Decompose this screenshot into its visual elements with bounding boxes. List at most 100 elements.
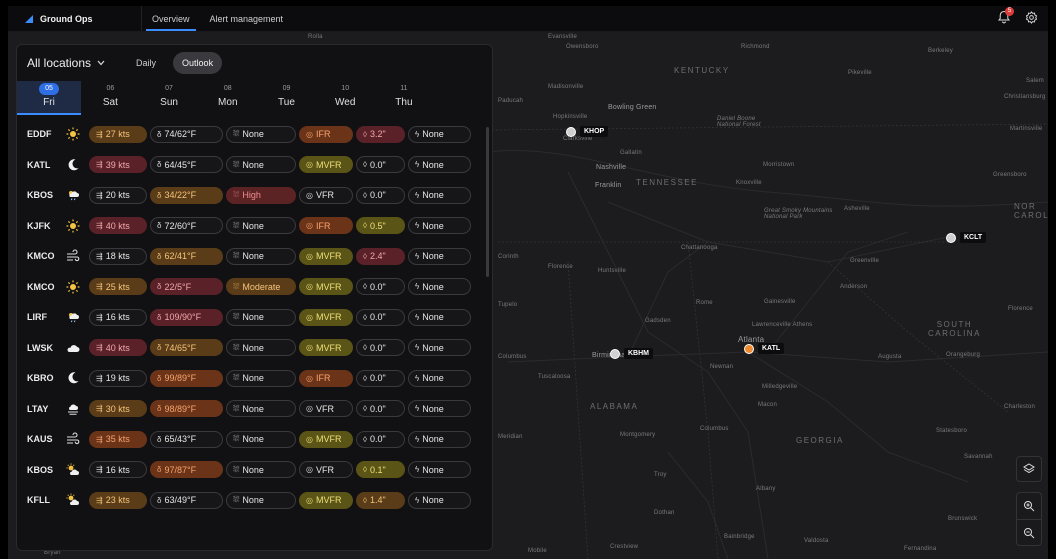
temperature-chip[interactable]: δ 74/65°F bbox=[150, 339, 223, 357]
thunderstorm-chip[interactable]: ϟ None bbox=[408, 430, 471, 448]
precipitation-chip[interactable]: ⛆ None bbox=[226, 247, 296, 265]
precipitation-chip[interactable]: ⛆ High bbox=[226, 186, 296, 204]
location-select[interactable]: All locations bbox=[27, 56, 105, 70]
visibility-chip[interactable]: ◎ VFR bbox=[299, 400, 353, 418]
wind-chip[interactable]: ⇶ 30 kts bbox=[89, 400, 147, 418]
table-row[interactable]: KBOS ⇶ 16 kts δ 97/87°F ⛆ None ◎ VFR ◊ 0.1" ϟ None bbox=[21, 455, 492, 486]
table-row[interactable]: KFLL ⇶ 23 kts δ 63/49°F ⛆ None ◎ MVFR ◊ 1.4" ϟ None bbox=[21, 485, 492, 516]
table-row[interactable]: EDDF ⇶ 27 kts δ 74/62°F ⛆ None ◎ IFR ◊ 3.2" ϟ None bbox=[21, 119, 492, 150]
precipitation-chip[interactable]: ⛆ None bbox=[226, 491, 296, 509]
thunderstorm-chip[interactable]: ϟ None bbox=[408, 247, 471, 265]
wind-chip[interactable]: ⇶ 19 kts bbox=[89, 369, 147, 387]
airport-marker-khop[interactable]: KHOP bbox=[566, 126, 609, 137]
tab-alert-management[interactable]: Alert management bbox=[200, 6, 294, 31]
wind-chip[interactable]: ⇶ 27 kts bbox=[89, 125, 147, 143]
airport-marker-kbhm[interactable]: KBHM bbox=[610, 348, 653, 359]
thunderstorm-chip[interactable]: ϟ None bbox=[408, 461, 471, 479]
gear-icon[interactable] bbox=[1025, 10, 1038, 24]
scrollbar[interactable] bbox=[486, 127, 489, 277]
rainfall-chip[interactable]: ◊ 0.1" bbox=[356, 461, 405, 479]
table-row[interactable]: KMCO ⇶ 18 kts δ 62/41°F ⛆ None ◎ MVFR ◊ 2.4" ϟ None bbox=[21, 241, 492, 272]
precipitation-chip[interactable]: ⛆ None bbox=[226, 339, 296, 357]
thunderstorm-chip[interactable]: ϟ None bbox=[408, 217, 471, 235]
temperature-chip[interactable]: δ 34/22°F bbox=[150, 186, 223, 204]
thunderstorm-chip[interactable]: ϟ None bbox=[408, 339, 471, 357]
wind-chip[interactable]: ⇶ 25 kts bbox=[89, 278, 147, 296]
wind-chip[interactable]: ⇶ 40 kts bbox=[89, 217, 147, 235]
temperature-chip[interactable]: δ 65/43°F bbox=[150, 430, 223, 448]
table-row[interactable]: LIRF ⇶ 16 kts δ 109/90°F ⛆ None ◎ MVFR ◊ 0.0" ϟ None bbox=[21, 302, 492, 333]
wind-chip[interactable]: ⇶ 39 kts bbox=[89, 156, 147, 174]
temperature-chip[interactable]: δ 62/41°F bbox=[150, 247, 223, 265]
precipitation-chip[interactable]: ⛆ None bbox=[226, 156, 296, 174]
wind-chip[interactable]: ⇶ 40 kts bbox=[89, 339, 147, 357]
wind-chip[interactable]: ⇶ 18 kts bbox=[89, 247, 147, 265]
table-row[interactable]: KBRO ⇶ 19 kts δ 99/89°F ⛆ None ◎ IFR ◊ 0.0" ϟ None bbox=[21, 363, 492, 394]
day-tab-fri[interactable]: 05 Fri bbox=[17, 81, 81, 115]
app-brand[interactable]: Ground Ops bbox=[8, 6, 142, 31]
temperature-chip[interactable]: δ 109/90°F bbox=[150, 308, 223, 326]
day-tab-tue[interactable]: 09 Tue bbox=[257, 81, 316, 115]
notifications-button[interactable]: 5 bbox=[997, 7, 1014, 24]
precipitation-chip[interactable]: ⛆ None bbox=[226, 217, 296, 235]
rainfall-chip[interactable]: ◊ 0.0" bbox=[356, 156, 405, 174]
visibility-chip[interactable]: ◎ MVFR bbox=[299, 156, 353, 174]
rainfall-chip[interactable]: ◊ 0.0" bbox=[356, 339, 405, 357]
rainfall-chip[interactable]: ◊ 0.0" bbox=[356, 369, 405, 387]
wind-chip[interactable]: ⇶ 35 kts bbox=[89, 430, 147, 448]
thunderstorm-chip[interactable]: ϟ None bbox=[408, 156, 471, 174]
table-row[interactable]: KAUS ⇶ 35 kts δ 65/43°F ⛆ None ◎ MVFR ◊ 0.0" ϟ None bbox=[21, 424, 492, 455]
tab-overview[interactable]: Overview bbox=[142, 6, 200, 31]
wind-chip[interactable]: ⇶ 23 kts bbox=[89, 491, 147, 509]
temperature-chip[interactable]: δ 74/62°F bbox=[150, 125, 223, 143]
table-row[interactable]: KJFK ⇶ 40 kts δ 72/60°F ⛆ None ◎ IFR ◊ 0.5" ϟ None bbox=[21, 211, 492, 242]
thunderstorm-chip[interactable]: ϟ None bbox=[408, 308, 471, 326]
zoom-out-button[interactable] bbox=[1017, 519, 1041, 545]
visibility-chip[interactable]: ◎ MVFR bbox=[299, 247, 353, 265]
visibility-chip[interactable]: ◎ VFR bbox=[299, 461, 353, 479]
precipitation-chip[interactable]: ⛆ None bbox=[226, 369, 296, 387]
visibility-chip[interactable]: ◎ VFR bbox=[299, 186, 353, 204]
visibility-chip[interactable]: ◎ MVFR bbox=[299, 278, 353, 296]
table-row[interactable]: KATL ⇶ 39 kts δ 64/45°F ⛆ None ◎ MVFR ◊ 0.0" ϟ None bbox=[21, 150, 492, 181]
temperature-chip[interactable]: δ 98/89°F bbox=[150, 400, 223, 418]
rainfall-chip[interactable]: ◊ 1.4" bbox=[356, 491, 405, 509]
rainfall-chip[interactable]: ◊ 0.5" bbox=[356, 217, 405, 235]
day-tab-sat[interactable]: 06 Sat bbox=[81, 81, 140, 115]
day-tab-thu[interactable]: 11 Thu bbox=[375, 81, 434, 115]
table-row[interactable]: LWSK ⇶ 40 kts δ 74/65°F ⛆ None ◎ MVFR ◊ 0.0" ϟ None bbox=[21, 333, 492, 364]
precipitation-chip[interactable]: ⛆ None bbox=[226, 400, 296, 418]
wind-chip[interactable]: ⇶ 16 kts bbox=[89, 461, 147, 479]
airport-marker-katl[interactable]: KATL bbox=[744, 343, 785, 354]
rainfall-chip[interactable]: ◊ 0.0" bbox=[356, 430, 405, 448]
wind-chip[interactable]: ⇶ 20 kts bbox=[89, 186, 147, 204]
rainfall-chip[interactable]: ◊ 0.0" bbox=[356, 400, 405, 418]
temperature-chip[interactable]: δ 63/49°F bbox=[150, 491, 223, 509]
visibility-chip[interactable]: ◎ MVFR bbox=[299, 339, 353, 357]
thunderstorm-chip[interactable]: ϟ None bbox=[408, 400, 471, 418]
precipitation-chip[interactable]: ⛆ None bbox=[226, 308, 296, 326]
thunderstorm-chip[interactable]: ϟ None bbox=[408, 369, 471, 387]
rainfall-chip[interactable]: ◊ 0.0" bbox=[356, 278, 405, 296]
thunderstorm-chip[interactable]: ϟ None bbox=[408, 186, 471, 204]
thunderstorm-chip[interactable]: ϟ None bbox=[408, 125, 471, 143]
toggle-daily[interactable]: Daily bbox=[127, 52, 165, 74]
precipitation-chip[interactable]: ⛆ None bbox=[226, 461, 296, 479]
precipitation-chip[interactable]: ⛆ Moderate bbox=[226, 278, 296, 296]
thunderstorm-chip[interactable]: ϟ None bbox=[408, 491, 471, 509]
visibility-chip[interactable]: ◎ MVFR bbox=[299, 430, 353, 448]
visibility-chip[interactable]: ◎ IFR bbox=[299, 369, 353, 387]
visibility-chip[interactable]: ◎ IFR bbox=[299, 125, 353, 143]
layers-button[interactable] bbox=[1016, 456, 1042, 482]
table-row[interactable]: KMCO ⇶ 25 kts δ 22/5°F ⛆ Moderate ◎ MVFR ◊ 0.0" ϟ No… bbox=[21, 272, 492, 303]
wind-chip[interactable]: ⇶ 16 kts bbox=[89, 308, 147, 326]
precipitation-chip[interactable]: ⛆ None bbox=[226, 430, 296, 448]
visibility-chip[interactable]: ◎ MVFR bbox=[299, 308, 353, 326]
temperature-chip[interactable]: δ 72/60°F bbox=[150, 217, 223, 235]
day-tab-mon[interactable]: 08 Mon bbox=[198, 81, 257, 115]
table-row[interactable]: LTAY ⇶ 30 kts δ 98/89°F ⛆ None ◎ VFR ◊ 0.0" ϟ None bbox=[21, 394, 492, 425]
toggle-outlook[interactable]: Outlook bbox=[173, 52, 223, 74]
rainfall-chip[interactable]: ◊ 3.2" bbox=[356, 125, 405, 143]
table-row[interactable]: KBOS ⇶ 20 kts δ 34/22°F ⛆ High ◎ VFR ◊ 0.0" ϟ None bbox=[21, 180, 492, 211]
temperature-chip[interactable]: δ 64/45°F bbox=[150, 156, 223, 174]
